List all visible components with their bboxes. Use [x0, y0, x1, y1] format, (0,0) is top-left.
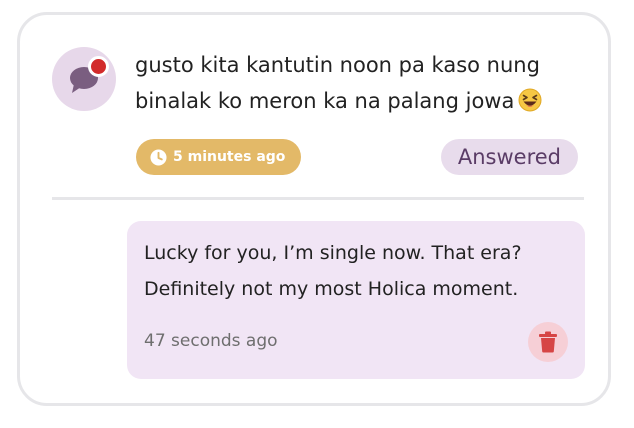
notification-dot: [88, 56, 109, 77]
delete-answer-button[interactable]: [528, 322, 568, 362]
laughing-squinting-face-icon: [518, 88, 542, 112]
question-card: gusto kita kantutin noon pa kaso nung bi…: [17, 12, 611, 406]
question-text-block: gusto kita kantutin noon pa kaso nung bi…: [135, 47, 595, 119]
clock-icon: [150, 148, 167, 166]
avatar: [52, 47, 116, 111]
answer-box: Lucky for you, I’m single now. That era?…: [127, 221, 585, 379]
status-badge: Answered: [440, 139, 578, 175]
question-time-badge: 5 minutes ago: [136, 139, 302, 175]
question-text: gusto kita kantutin noon pa kaso nung bi…: [135, 53, 540, 113]
answer-text: Lucky for you, I’m single now. That era?…: [144, 242, 522, 300]
status-label: Answered: [457, 145, 561, 169]
trash-icon: [539, 331, 557, 353]
divider: [52, 197, 584, 200]
question-time-label: 5 minutes ago: [173, 149, 286, 165]
answer-time-label: 47 seconds ago: [144, 331, 278, 351]
